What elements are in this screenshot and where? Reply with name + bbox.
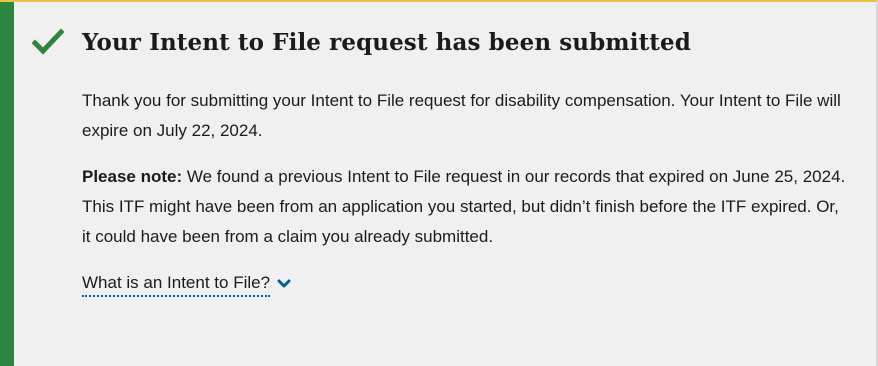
expander-label[interactable]: What is an Intent to File? — [82, 271, 271, 297]
intent-to-file-expander[interactable]: What is an Intent to File? — [82, 271, 291, 297]
success-alert: Your Intent to File request has been sub… — [0, 2, 876, 366]
alert-title: Your Intent to File request has been sub… — [82, 28, 691, 56]
chevron-down-icon[interactable] — [277, 277, 291, 291]
note-text: We found a previous Intent to File reque… — [82, 167, 846, 246]
alert-body: Thank you for submitting your Intent to … — [82, 86, 852, 298]
note-label: Please note: — [82, 167, 183, 186]
checkmark-icon — [32, 26, 64, 58]
note-paragraph: Please note: We found a previous Intent … — [82, 162, 852, 252]
confirmation-paragraph: Thank you for submitting your Intent to … — [82, 91, 841, 140]
alert-header: Your Intent to File request has been sub… — [32, 26, 691, 58]
page-frame: Your Intent to File request has been sub… — [0, 0, 878, 366]
